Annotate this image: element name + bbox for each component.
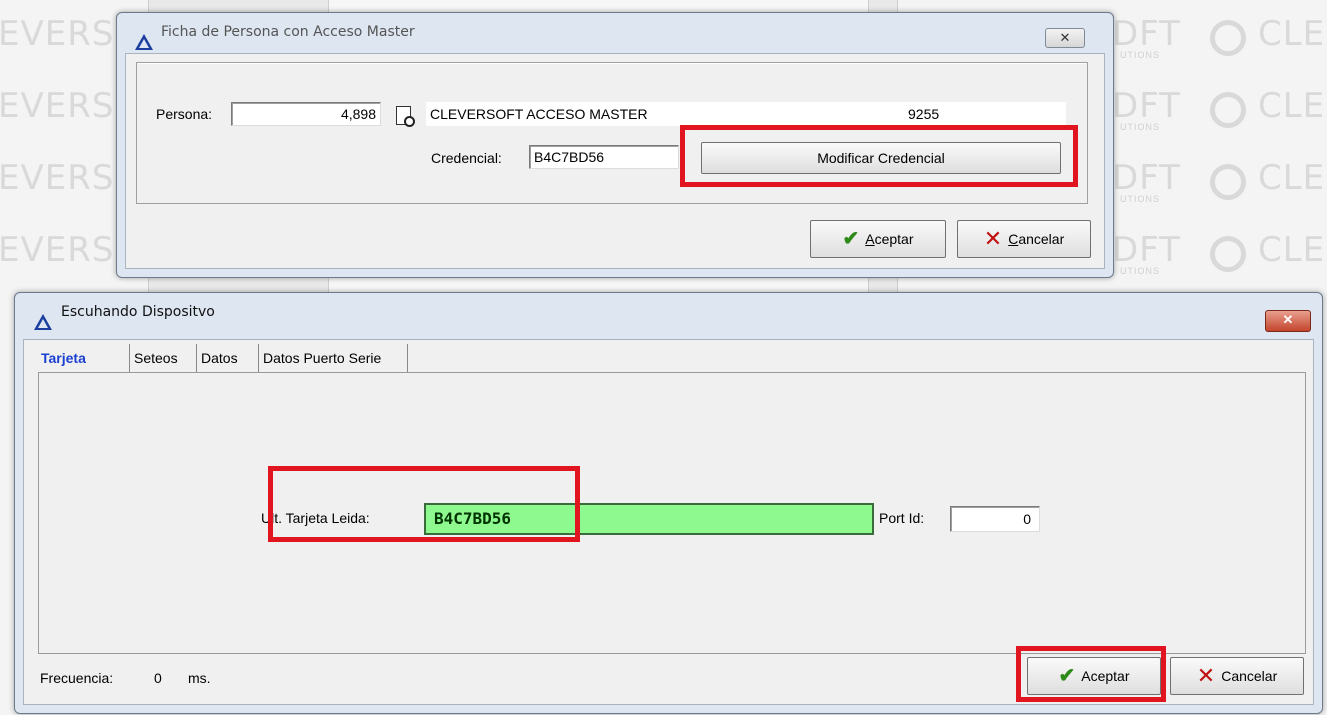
- watermark-text: CLE: [1258, 158, 1326, 198]
- watermark-text: DFT: [1112, 158, 1181, 198]
- persona-code: 9255: [908, 106, 940, 122]
- check-icon: ✔: [842, 228, 860, 250]
- watermark-logo-icon: [1210, 164, 1246, 200]
- escuchando-client-area: Tarjeta Seteos Datos Datos Puerto Serie …: [23, 339, 1314, 705]
- tab-tarjeta[interactable]: Tarjeta: [38, 344, 130, 372]
- ficha-title: Ficha de Persona con Acceso Master: [161, 24, 415, 40]
- credencial-field[interactable]: B4C7BD56: [529, 145, 679, 169]
- credencial-label: Credencial:: [431, 150, 502, 166]
- port-id-field[interactable]: 0: [950, 506, 1040, 532]
- watermark-text: DFT: [1112, 86, 1181, 126]
- persona-id-field[interactable]: 4,898: [231, 102, 381, 126]
- port-id-label: Port Id:: [879, 510, 925, 526]
- watermark-sub: UTIONS: [1120, 194, 1161, 204]
- modificar-credencial-button[interactable]: Modificar Credencial: [701, 142, 1061, 174]
- aceptar-label: Aceptar: [865, 231, 913, 247]
- escuchando-cancelar-button[interactable]: ✕ Cancelar: [1170, 657, 1304, 695]
- watermark-text: EVERS: [0, 230, 115, 270]
- watermark-text: CLE: [1258, 86, 1326, 126]
- triangle-app-icon: [135, 34, 153, 50]
- mnemonic: A: [865, 231, 875, 247]
- watermark-logo-icon: [1210, 92, 1246, 128]
- watermark-text: CLE: [1258, 230, 1326, 270]
- search-doc-icon[interactable]: [396, 106, 415, 127]
- watermark-logo-icon: [1210, 236, 1246, 272]
- ult-tarjeta-label: Ult. Tarjeta Leida:: [261, 510, 370, 526]
- watermark-text: CLE: [1258, 14, 1326, 54]
- group-box: [136, 62, 1088, 204]
- tab-datos-puerto-serie[interactable]: Datos Puerto Serie: [260, 344, 408, 372]
- cross-icon: ✕: [983, 226, 1003, 251]
- mnemonic: C: [1008, 231, 1019, 247]
- ficha-titlebar[interactable]: Ficha de Persona con Acceso Master ✕: [117, 13, 1113, 53]
- watermark-text: EVERS: [0, 158, 115, 198]
- label-rest: ancelar: [1018, 231, 1065, 247]
- persona-name-field: CLEVERSOFT ACCESO MASTER 9255: [426, 102, 1066, 126]
- escuchando-aceptar-button[interactable]: ✔ Aceptar: [1027, 657, 1161, 695]
- triangle-app-icon: [34, 314, 52, 330]
- cancelar-label: Cancelar: [1221, 668, 1278, 684]
- check-icon: ✔: [1058, 665, 1076, 687]
- escuchando-window: Escuhando Dispositvo ✕ Tarjeta Seteos Da…: [14, 292, 1323, 714]
- tab-datos[interactable]: Datos: [198, 344, 259, 372]
- watermark-text: DFT: [1112, 14, 1181, 54]
- persona-label: Persona:: [156, 106, 213, 122]
- watermark-text: DFT: [1112, 230, 1181, 270]
- ficha-client-area: Persona: 4,898 CLEVERSOFT ACCESO MASTER …: [125, 53, 1105, 269]
- tab-seteos[interactable]: Seteos: [131, 344, 197, 372]
- ficha-aceptar-button[interactable]: ✔ Aceptar: [810, 220, 946, 258]
- watermark-sub: UTIONS: [1120, 50, 1161, 60]
- persona-name: CLEVERSOFT ACCESO MASTER: [430, 106, 648, 122]
- watermark-sub: UTIONS: [1120, 266, 1161, 276]
- watermark-sub: UTIONS: [1120, 122, 1161, 132]
- watermark-logo-icon: [1210, 20, 1246, 56]
- watermark-text: EVERS: [0, 86, 115, 126]
- ult-tarjeta-field: B4C7BD56: [424, 503, 874, 535]
- frecuencia-value: 0: [154, 670, 162, 686]
- close-icon[interactable]: ✕: [1045, 28, 1085, 48]
- cancelar-label: Cancelar: [1008, 231, 1064, 247]
- escuchando-titlebar[interactable]: Escuhando Dispositvo ✕: [15, 293, 1322, 333]
- tarjeta-tab-panel: Ult. Tarjeta Leida: B4C7BD56 Port Id: 0: [38, 372, 1306, 654]
- close-icon[interactable]: ✕: [1265, 310, 1311, 332]
- aceptar-label: Aceptar: [1081, 668, 1130, 684]
- ficha-persona-window: Ficha de Persona con Acceso Master ✕ Per…: [116, 12, 1114, 278]
- cross-icon: ✕: [1196, 663, 1216, 688]
- label-rest: ceptar: [874, 231, 914, 247]
- modificar-credencial-label: Modificar Credencial: [817, 150, 945, 166]
- frecuencia-label: Frecuencia:: [40, 670, 114, 686]
- frecuencia-unit: ms.: [188, 670, 211, 686]
- watermark-text: EVERS: [0, 14, 115, 54]
- ficha-cancelar-button[interactable]: ✕ Cancelar: [957, 220, 1091, 258]
- escuchando-title: Escuhando Dispositvo: [61, 304, 215, 320]
